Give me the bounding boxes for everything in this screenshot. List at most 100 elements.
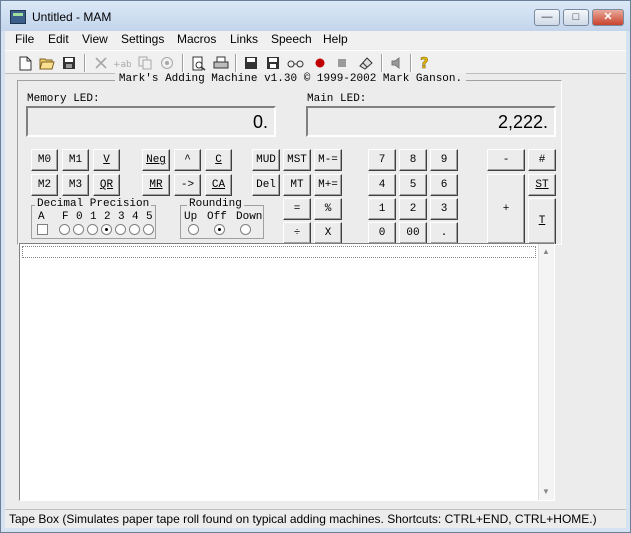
menu-links[interactable]: Links (228, 32, 260, 46)
precision-radio-3[interactable] (115, 224, 126, 235)
qr-button[interactable]: QR (93, 174, 120, 196)
divide-button[interactable]: ÷ (283, 222, 311, 244)
neg-button[interactable]: Neg (142, 149, 170, 171)
rounding-radio-off[interactable] (214, 224, 225, 235)
glasses-icon[interactable] (287, 54, 305, 72)
m2-button[interactable]: M2 (31, 174, 58, 196)
menu-view[interactable]: View (80, 32, 110, 46)
print-preview-icon[interactable] (190, 54, 208, 72)
key-2[interactable]: 2 (399, 198, 427, 220)
cut-icon[interactable] (92, 54, 110, 72)
maximize-button[interactable]: □ (563, 9, 589, 26)
copy-icon[interactable] (136, 54, 154, 72)
percent-button[interactable]: % (314, 198, 342, 220)
plus-button[interactable]: + (487, 174, 525, 244)
key-00[interactable]: 00 (399, 222, 427, 244)
eraser-icon[interactable] (357, 54, 375, 72)
save-icon[interactable] (60, 54, 78, 72)
mt-button[interactable]: MT (283, 174, 311, 196)
m-minus-button[interactable]: M-= (314, 149, 342, 171)
mud-button[interactable]: MUD (252, 149, 280, 171)
ca-button[interactable]: CA (205, 174, 232, 196)
menu-edit[interactable]: Edit (46, 32, 71, 46)
arrow-label: -> (180, 179, 195, 191)
key-0[interactable]: 0 (368, 222, 396, 244)
main-led-display: 2,222. (306, 106, 556, 137)
title-bar[interactable]: Untitled - MAM — □ ✕ (1, 1, 630, 31)
paste-icon[interactable] (158, 54, 176, 72)
dp-label-f: F (62, 211, 69, 223)
del-button[interactable]: Del (252, 174, 280, 196)
key-0-label: 0 (378, 227, 386, 239)
save-tape-icon[interactable] (242, 54, 260, 72)
key-5[interactable]: 5 (399, 174, 427, 196)
t-button[interactable]: T (528, 198, 556, 244)
m0-button[interactable]: M0 (31, 149, 58, 171)
m1-button[interactable]: M1 (62, 149, 89, 171)
menu-speech[interactable]: Speech (269, 32, 314, 46)
key-8[interactable]: 8 (399, 149, 427, 171)
ab-replace-icon[interactable]: +ab (113, 54, 131, 72)
speaker-icon[interactable] (388, 54, 406, 72)
save-as-icon[interactable] (264, 54, 282, 72)
menu-file[interactable]: File (13, 32, 36, 46)
st-label: ST (535, 179, 549, 191)
menu-macros[interactable]: Macros (175, 32, 218, 46)
mr-button[interactable]: MR (142, 174, 170, 196)
minimize-button[interactable]: — (534, 9, 560, 26)
st-button[interactable]: ST (528, 174, 556, 196)
open-folder-icon[interactable] (38, 54, 56, 72)
key-6[interactable]: 6 (430, 174, 458, 196)
close-button[interactable]: ✕ (592, 9, 624, 26)
v-button[interactable]: V (93, 149, 120, 171)
hash-label: # (538, 154, 546, 166)
precision-radio-4[interactable] (129, 224, 140, 235)
rounding-radio-up[interactable] (188, 224, 199, 235)
m3-button[interactable]: M3 (62, 174, 89, 196)
del-label: Del (256, 179, 276, 191)
caret-button[interactable]: ^ (174, 149, 201, 171)
key-7[interactable]: 7 (368, 149, 396, 171)
mr-label: MR (149, 179, 163, 191)
precision-radio-5[interactable] (143, 224, 154, 235)
print-icon[interactable] (212, 54, 230, 72)
precision-radio-2[interactable] (101, 224, 112, 235)
key-9[interactable]: 9 (430, 149, 458, 171)
menu-bar: File Edit View Settings Macros Links Spe… (5, 31, 626, 49)
auto-precision-checkbox[interactable] (37, 224, 48, 235)
app-window: Untitled - MAM — □ ✕ File Edit View Sett… (0, 0, 631, 533)
divide-label: ÷ (293, 227, 301, 239)
record-icon[interactable] (311, 54, 329, 72)
c-button[interactable]: C (205, 149, 232, 171)
tape-scrollbar[interactable]: ▲ ▼ (538, 244, 554, 500)
minus-button[interactable]: - (487, 149, 525, 171)
stop-icon[interactable] (333, 54, 351, 72)
mst-button[interactable]: MST (283, 149, 311, 171)
key-3[interactable]: 3 (430, 198, 458, 220)
arrow-button[interactable]: -> (174, 174, 201, 196)
menu-settings[interactable]: Settings (119, 32, 166, 46)
scroll-down-icon[interactable]: ▼ (542, 487, 550, 496)
equals-button[interactable]: = (283, 198, 311, 220)
calculator-panel: Mark's Adding Machine v1.30 © 1999-2002 … (17, 73, 562, 245)
m3-label: M3 (68, 179, 83, 191)
multiply-button[interactable]: X (314, 222, 342, 244)
new-file-icon[interactable] (16, 54, 34, 72)
help-icon[interactable]: ? (416, 54, 434, 72)
tape-box[interactable]: ▲ ▼ (19, 243, 555, 501)
precision-radio-0[interactable] (73, 224, 84, 235)
rounding-radio-down[interactable] (240, 224, 251, 235)
neg-label: Neg (146, 154, 166, 166)
key-decimal[interactable]: . (430, 222, 458, 244)
precision-radio-f[interactable] (59, 224, 70, 235)
key-4[interactable]: 4 (368, 174, 396, 196)
precision-radio-1[interactable] (87, 224, 98, 235)
menu-help[interactable]: Help (321, 32, 350, 46)
mst-label: MST (287, 154, 307, 166)
m-plus-button[interactable]: M+= (314, 174, 342, 196)
hash-button[interactable]: # (528, 149, 556, 171)
key-1[interactable]: 1 (368, 198, 396, 220)
rounding-group: Rounding Up Off Down (180, 198, 264, 239)
scroll-up-icon[interactable]: ▲ (542, 247, 550, 256)
tape-current-line[interactable] (22, 246, 536, 258)
